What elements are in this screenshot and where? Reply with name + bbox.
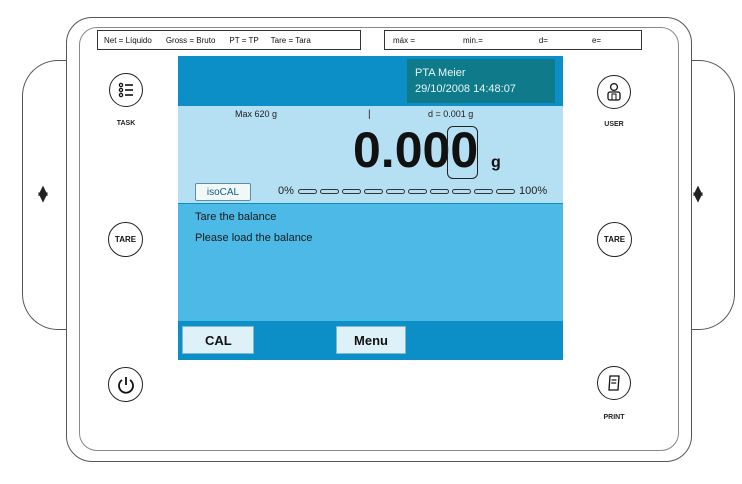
max-capacity: Max 620 g (235, 109, 278, 119)
up-down-arrows-icon[interactable]: ▲ ▼ (692, 184, 704, 204)
print-button[interactable] (597, 366, 631, 400)
bargraph-segment (408, 189, 427, 194)
task-button[interactable] (109, 73, 143, 107)
range-divider: | (368, 109, 371, 120)
bargraph-segment (430, 189, 449, 194)
message-line-2: Please load the balance (195, 232, 313, 244)
bargraph-segment (320, 189, 339, 194)
label-net: Net = Líquido (104, 35, 152, 45)
user-info-box: PTA Meier 29/10/2008 14:48:07 (407, 59, 555, 103)
user-icon (607, 82, 621, 101)
isocal-indicator[interactable]: isoCAL (195, 183, 251, 201)
legal-metrology-label-left: Net = Líquido Gross = Bruto PT = TP Tare… (97, 30, 361, 50)
date-time: 29/10/2008 14:48:07 (415, 83, 516, 95)
power-icon (117, 376, 134, 394)
print-label: PRINT (603, 414, 625, 421)
label-min: min.= (463, 35, 483, 45)
bargraph-segment (342, 189, 361, 194)
weighing-area: Max 620 g | d = 0.001 g 0.000 g isoCAL 0… (178, 106, 563, 203)
user-button[interactable] (597, 75, 631, 109)
list-icon (118, 82, 133, 98)
print-icon (608, 375, 620, 391)
message-line-1: Tare the balance (195, 211, 277, 223)
legal-metrology-label-right: máx = min.= d= e= (384, 30, 642, 50)
user-name: PTA Meier (415, 67, 466, 79)
task-label: TASK (116, 120, 136, 127)
cal-softkey[interactable]: CAL (182, 326, 254, 354)
power-button[interactable] (108, 367, 143, 402)
label-d: d= (538, 35, 548, 45)
bargraph-segment (452, 189, 471, 194)
bargraph-segment (474, 189, 493, 194)
bar-max-label: 100% (519, 185, 548, 197)
up-down-arrows-icon[interactable]: ▲ ▼ (37, 184, 49, 204)
capacity-bargraph (298, 188, 515, 196)
user-label: USER (604, 121, 624, 128)
display-screen: PTA Meier 29/10/2008 14:48:07 Max 620 g … (178, 56, 563, 360)
tare-right-text: TARE (603, 235, 626, 244)
label-pt: PT = TP (229, 35, 259, 45)
message-area: Tare the balance Please load the balance (178, 204, 563, 321)
menu-softkey[interactable]: Menu (336, 326, 406, 354)
weight-unit: g (491, 154, 501, 171)
weight-main-digits: 0.00 (353, 122, 451, 178)
bargraph-segment (496, 189, 515, 194)
label-max: máx = (393, 35, 416, 45)
label-gross: Gross = Bruto (165, 35, 216, 45)
bargraph-segment (364, 189, 383, 194)
tare-button-right[interactable]: TARE (597, 222, 632, 257)
bargraph-segment (298, 189, 317, 194)
tare-button-left[interactable]: TARE (108, 222, 143, 257)
bar-min-label: 0% (278, 185, 294, 197)
label-e: e= (591, 35, 602, 45)
softkey-bar: CAL Menu (178, 321, 563, 360)
stability-bracket (447, 126, 478, 179)
bargraph-segment (386, 189, 405, 194)
label-tare: Tare = Tara (270, 35, 311, 45)
readability: d = 0.001 g (428, 109, 474, 119)
tare-left-text: TARE (114, 235, 137, 244)
